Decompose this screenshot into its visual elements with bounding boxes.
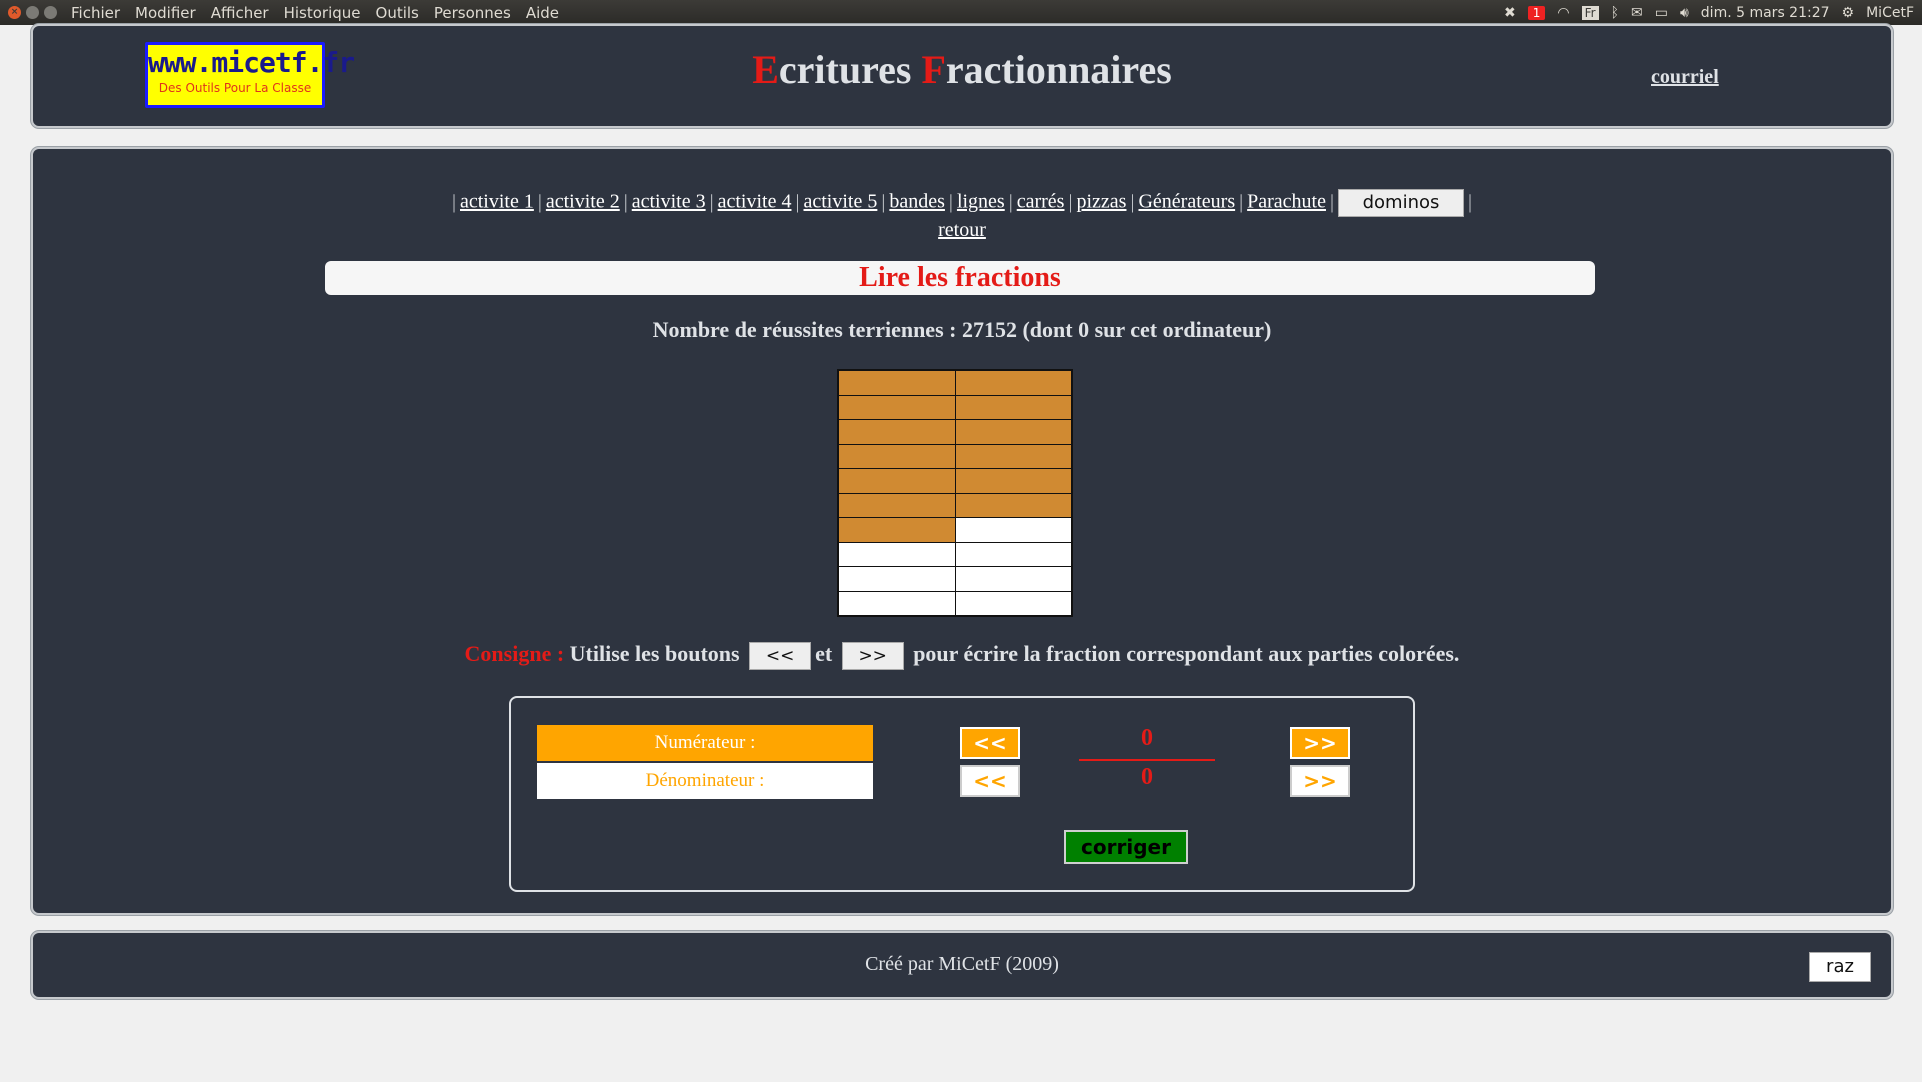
header-panel: www.micetf.fr Des Outils Pour La Classe … (31, 24, 1893, 128)
denominator-label[interactable]: Dénominateur : (537, 763, 873, 799)
corriger-button[interactable]: corriger (1064, 830, 1188, 864)
grid-cell-empty (955, 591, 1071, 615)
volume-icon[interactable]: 🔊︎ (1680, 5, 1689, 21)
grid-cell-colored (839, 395, 955, 419)
nav-activite-3[interactable]: activite 3 (632, 191, 706, 213)
grid-cell-colored (839, 371, 955, 395)
maximize-window-icon[interactable] (44, 6, 57, 19)
grid-cell-colored (955, 420, 1071, 444)
fraction-bar (1079, 759, 1215, 761)
numerator-increment-button[interactable]: >> (1290, 727, 1350, 759)
nav-activite-2[interactable]: activite 2 (546, 191, 620, 213)
grid-cell-colored (955, 493, 1071, 517)
footer-credit: Créé par MiCetF (2009) (865, 953, 1059, 975)
denominator-decrement-button[interactable]: << (960, 765, 1020, 797)
instruction-text-2: et (815, 641, 833, 666)
footer-panel: Créé par MiCetF (2009) raz (31, 931, 1893, 999)
raz-button[interactable]: raz (1809, 952, 1871, 982)
window-controls: × (8, 6, 57, 19)
nav-lignes[interactable]: lignes (957, 191, 1005, 213)
clock[interactable]: dim. 5 mars 21:27 (1701, 5, 1830, 21)
answer-box: Numérateur : Dénominateur : << >> << >> … (509, 696, 1415, 892)
numerator-decrement-button[interactable]: << (960, 727, 1020, 759)
numerator-value: 0 (1141, 725, 1153, 751)
activity-title: Lire les fractions (325, 261, 1595, 295)
denominator-increment-button[interactable]: >> (1290, 765, 1350, 797)
keyboard-layout-indicator[interactable]: Fr (1581, 5, 1599, 20)
nav-activite-4[interactable]: activite 4 (718, 191, 792, 213)
nav-activite-5[interactable]: activite 5 (804, 191, 878, 213)
grid-cell-colored (839, 518, 955, 542)
nav-parachute[interactable]: Parachute (1247, 191, 1326, 213)
grid-cell-colored (955, 444, 1071, 468)
grid-cell-empty (839, 542, 955, 566)
site-title: Ecritures Fractionnaires (752, 47, 1172, 92)
grid-cell-colored (955, 395, 1071, 419)
notification-badge[interactable]: 1 (1527, 5, 1546, 20)
menu-personnes[interactable]: Personnes (434, 4, 511, 22)
grid-cell-empty (955, 567, 1071, 591)
bluetooth-icon[interactable]: ᛒ (1611, 5, 1619, 21)
grid-cell-colored (955, 371, 1071, 395)
system-menubar: × Fichier Modifier Afficher Historique O… (0, 0, 1922, 25)
courriel-link[interactable]: courriel (1651, 66, 1719, 89)
nav-activite-1[interactable]: activite 1 (460, 191, 534, 213)
grid-cell-colored (839, 420, 955, 444)
nav-generateurs[interactable]: Générateurs (1138, 191, 1235, 213)
instruction-prev-button: << (749, 641, 812, 670)
success-stats: Nombre de réussites terriennes : 27152 (… (652, 317, 1272, 342)
instruction: Consigne : Utilise les boutons << et >> p… (33, 641, 1891, 670)
fraction-grid (837, 369, 1073, 617)
close-window-icon[interactable]: × (8, 6, 21, 19)
main-panel: | activite 1 | activite 2 | activite 3 | activi… (31, 147, 1893, 915)
gear-icon[interactable]: ⚙ (1842, 5, 1855, 21)
numerator-label[interactable]: Numérateur : (537, 725, 873, 761)
dominos-button[interactable]: dominos (1338, 189, 1464, 217)
nav-carres[interactable]: carrés (1017, 191, 1065, 213)
menu-outils[interactable]: Outils (376, 4, 419, 22)
wifi-icon[interactable]: ◠ (1557, 5, 1569, 21)
battery-icon[interactable]: ▭ (1655, 5, 1668, 21)
nav-retour[interactable]: retour (938, 219, 986, 241)
instruction-text-3: pour écrire la fraction correspondant au… (913, 641, 1460, 666)
denominator-value: 0 (1141, 764, 1153, 790)
nav-pizzas[interactable]: pizzas (1076, 191, 1126, 213)
grid-cell-empty (955, 542, 1071, 566)
menu-fichier[interactable]: Fichier (71, 4, 120, 22)
grid-cell-colored (839, 493, 955, 517)
system-tray: ✖ 1 ◠ Fr ᛒ ✉ ▭ 🔊︎ dim. 5 mars 21:27 ⚙ Mi… (1504, 5, 1914, 21)
mail-icon[interactable]: ✉ (1631, 5, 1643, 21)
grid-cell-colored (955, 469, 1071, 493)
menu-modifier[interactable]: Modifier (135, 4, 196, 22)
grid-cell-empty (955, 518, 1071, 542)
nav-bandes[interactable]: bandes (889, 191, 945, 213)
grid-cell-colored (839, 469, 955, 493)
minimize-window-icon[interactable] (26, 6, 39, 19)
grid-cell-colored (839, 444, 955, 468)
menu-afficher[interactable]: Afficher (211, 4, 269, 22)
dropbox-icon[interactable]: ✖ (1504, 5, 1516, 21)
instruction-text-1: Utilise les boutons (569, 641, 740, 666)
grid-cell-empty (839, 567, 955, 591)
grid-cell-empty (839, 591, 955, 615)
menu-historique[interactable]: Historique (284, 4, 361, 22)
session-user[interactable]: MiCetF (1866, 5, 1914, 21)
activity-nav: | activite 1 | activite 2 | activite 3 | activi… (451, 189, 1473, 241)
menu-aide[interactable]: Aide (526, 4, 559, 22)
instruction-next-button: >> (841, 641, 904, 670)
instruction-label: Consigne : (464, 641, 565, 666)
